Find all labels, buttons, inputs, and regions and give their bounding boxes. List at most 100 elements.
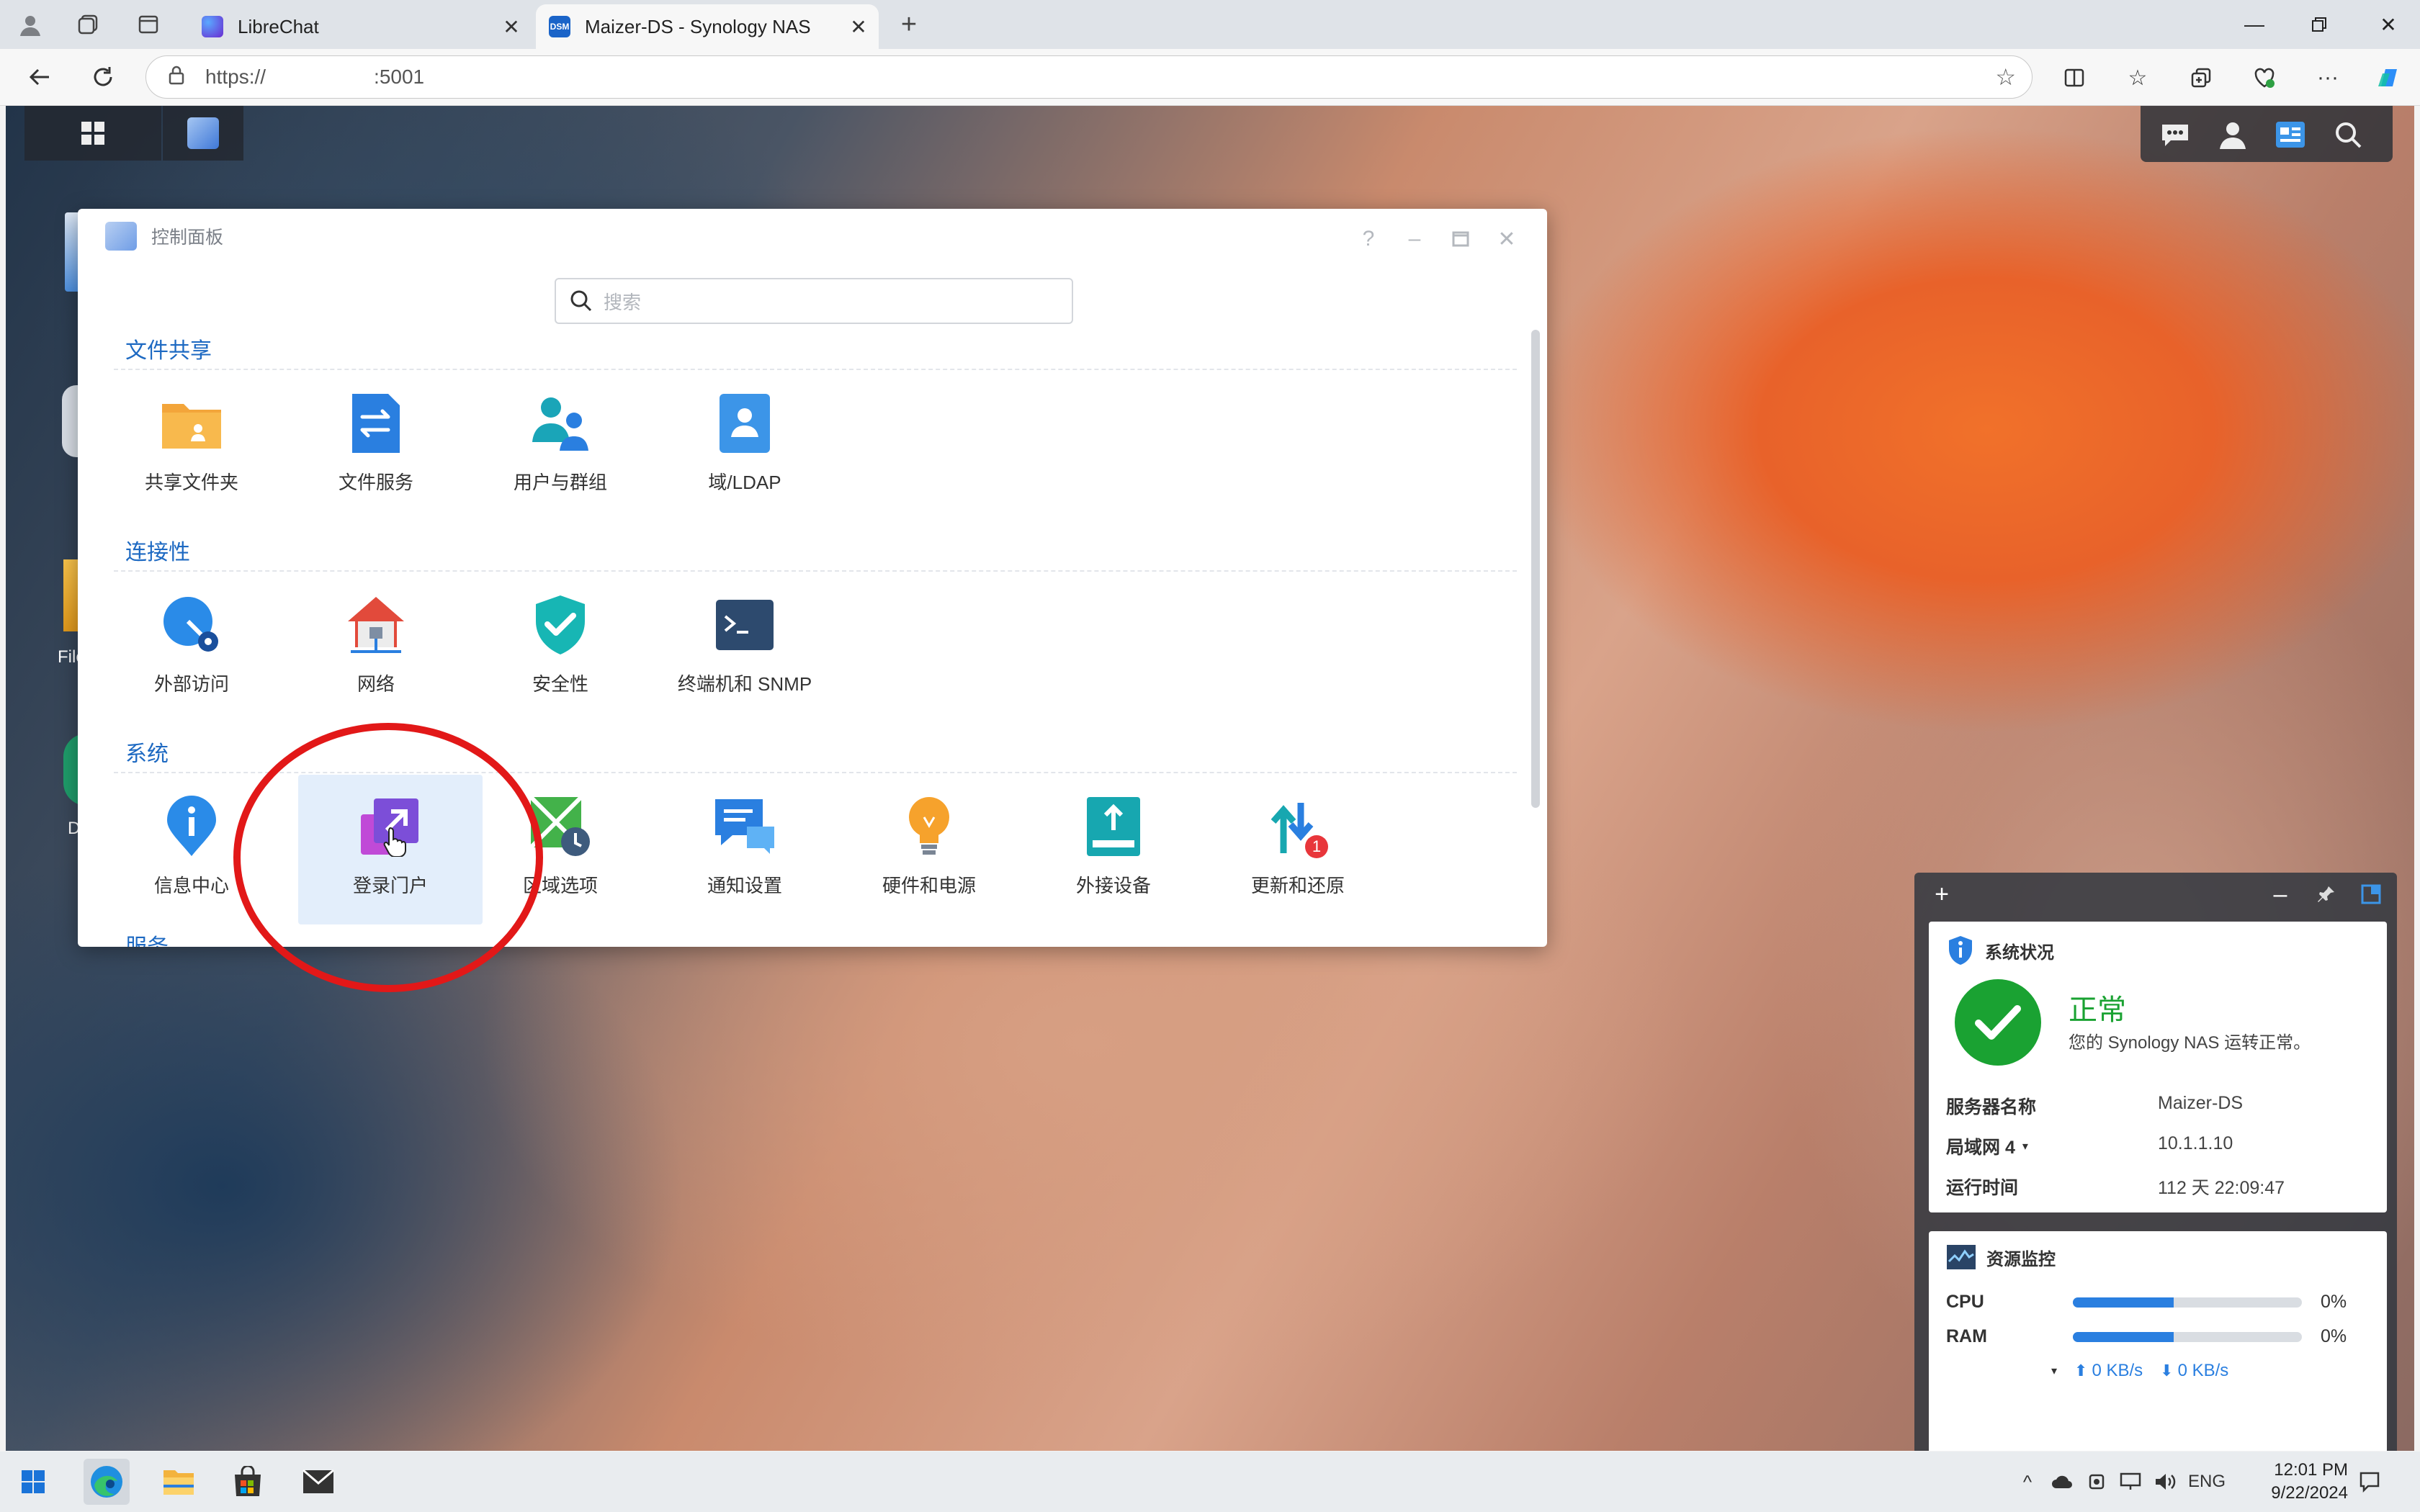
item-file-services[interactable]: 文件服务 bbox=[284, 372, 468, 521]
item-label: 硬件和电源 bbox=[882, 875, 976, 896]
item-label: 更新和还原 bbox=[1250, 875, 1345, 896]
windows-taskbar: ^ ENG 12:01 PM 9/22/2024 bbox=[0, 1452, 2420, 1512]
section-title-system: 系统 bbox=[125, 742, 169, 766]
notification-chat-icon[interactable] bbox=[2156, 116, 2194, 153]
window-title-bar: 控制面板 bbox=[105, 222, 223, 251]
search-icon[interactable] bbox=[2329, 116, 2367, 153]
item-users-groups[interactable]: 用户与群组 bbox=[468, 372, 653, 521]
upload-arrow-icon: ⬆ bbox=[2074, 1362, 2088, 1380]
more-menu-icon[interactable]: ··· bbox=[2311, 60, 2345, 95]
cpu-bar bbox=[2073, 1297, 2302, 1308]
close-icon[interactable]: ✕ bbox=[1492, 225, 1521, 253]
close-tab-icon[interactable]: ✕ bbox=[498, 15, 524, 39]
windows-start-icon[interactable] bbox=[10, 1459, 56, 1505]
card-title: 系统状况 bbox=[1985, 942, 2054, 963]
tab-librechat[interactable]: LibreChat ✕ bbox=[189, 4, 532, 49]
maximize-icon[interactable] bbox=[1446, 225, 1475, 253]
dsm-main-menu-button[interactable] bbox=[24, 106, 161, 161]
lock-icon[interactable] bbox=[168, 65, 189, 90]
uptime-label: 运行时间 bbox=[1946, 1178, 2019, 1198]
volume-icon[interactable] bbox=[2152, 1466, 2178, 1498]
file-explorer-icon[interactable] bbox=[156, 1459, 202, 1505]
restore-window-icon[interactable] bbox=[2298, 7, 2341, 42]
item-network[interactable]: 网络 bbox=[284, 573, 468, 723]
pin-icon[interactable] bbox=[2311, 878, 2342, 910]
item-label: 信息中心 bbox=[153, 875, 229, 896]
mail-icon[interactable] bbox=[295, 1459, 341, 1505]
chevron-down-icon[interactable]: ▾ bbox=[2051, 1364, 2057, 1378]
resource-monitor-card: 资源监控 CPU 0% RAM 0% ▾ ⬆ 0 KB/s ⬇ 0 KB/s bbox=[1929, 1231, 2387, 1451]
onedrive-cloud-icon[interactable] bbox=[2050, 1466, 2074, 1498]
tab-synology[interactable]: DSM Maizer-DS - Synology NAS ✕ bbox=[536, 4, 879, 49]
item-notifications[interactable]: 通知设置 bbox=[653, 775, 837, 924]
users-groups-icon bbox=[527, 390, 593, 456]
item-label: 用户与群组 bbox=[513, 472, 607, 493]
copilot-icon[interactable] bbox=[2371, 60, 2406, 95]
collections-icon[interactable] bbox=[2184, 60, 2218, 95]
close-window-icon[interactable]: ✕ bbox=[2367, 7, 2410, 42]
uptime-value: 112 天 22:09:47 bbox=[2158, 1178, 2285, 1198]
item-label: 通知设置 bbox=[707, 875, 782, 896]
widget-layout-icon[interactable] bbox=[2355, 878, 2387, 910]
item-shared-folder[interactable]: 共享文件夹 bbox=[99, 372, 284, 521]
close-tab-icon[interactable]: ✕ bbox=[846, 15, 871, 39]
external-access-icon bbox=[158, 592, 225, 658]
card-title: 资源监控 bbox=[1986, 1249, 2056, 1269]
librechat-favicon-icon bbox=[202, 16, 223, 37]
edge-taskbar-icon[interactable] bbox=[84, 1459, 130, 1505]
split-screen-icon[interactable] bbox=[2057, 60, 2092, 95]
item-label: 共享文件夹 bbox=[144, 472, 238, 493]
add-widget-icon[interactable]: + bbox=[1926, 878, 1958, 910]
notification-center-icon[interactable] bbox=[2355, 1466, 2384, 1498]
network-house-icon bbox=[343, 592, 409, 658]
highlight-circle bbox=[233, 723, 543, 992]
taskbar-control-panel[interactable] bbox=[163, 106, 243, 161]
clock-time: 12:01 PM bbox=[2274, 1460, 2348, 1480]
tab-title: LibreChat bbox=[238, 15, 319, 37]
chevron-up-icon[interactable]: ^ bbox=[2017, 1466, 2038, 1498]
domain-ldap-icon bbox=[712, 390, 778, 456]
language-indicator[interactable]: ENG bbox=[2185, 1466, 2228, 1498]
system-status-card: 系统状况 正常 您的 Synology NAS 运转正常。 服务器名称 Maiz… bbox=[1929, 922, 2387, 1212]
refresh-icon[interactable] bbox=[85, 59, 121, 95]
scrollbar[interactable] bbox=[1531, 330, 1540, 808]
item-domain-ldap[interactable]: 域/LDAP bbox=[653, 372, 837, 521]
status-ok-icon bbox=[1955, 979, 2041, 1066]
server-name-value: Maizer-DS bbox=[2158, 1093, 2244, 1113]
favorite-star-icon[interactable]: ☆ bbox=[1995, 63, 2016, 91]
item-label: 终端机和 SNMP bbox=[677, 673, 812, 695]
grid-icon bbox=[81, 122, 104, 145]
item-external-devices[interactable]: 外接设备 bbox=[1021, 775, 1206, 924]
tab-actions-icon[interactable] bbox=[133, 9, 164, 40]
item-external-access[interactable]: 外部访问 bbox=[99, 573, 284, 723]
network-throughput: ▾ ⬆ 0 KB/s ⬇ 0 KB/s bbox=[2051, 1361, 2228, 1381]
minimize-widget-icon[interactable]: – bbox=[2264, 878, 2296, 910]
back-icon[interactable] bbox=[22, 59, 58, 95]
widgets-icon[interactable] bbox=[2272, 116, 2309, 153]
item-security[interactable]: 安全性 bbox=[468, 573, 653, 723]
store-icon[interactable] bbox=[225, 1459, 271, 1505]
shared-folder-icon bbox=[158, 390, 225, 456]
favorites-icon[interactable]: ☆ bbox=[2120, 60, 2155, 95]
profile-icon[interactable] bbox=[14, 9, 46, 40]
system-clock[interactable]: 12:01 PM 9/22/2024 bbox=[2271, 1459, 2348, 1505]
new-tab-icon[interactable]: + bbox=[893, 9, 925, 40]
minimize-icon[interactable]: – bbox=[1400, 225, 1429, 253]
minimize-window-icon[interactable]: — bbox=[2233, 7, 2276, 42]
dsm-favicon-icon: DSM bbox=[549, 16, 570, 37]
download-speed: 0 KB/s bbox=[2177, 1361, 2229, 1380]
lan-select[interactable]: 局域网 4 ▾ bbox=[1946, 1133, 2028, 1159]
meet-icon[interactable] bbox=[2086, 1466, 2107, 1498]
chevron-down-icon: ▾ bbox=[2022, 1140, 2028, 1153]
browser-essentials-icon[interactable] bbox=[2247, 60, 2282, 95]
workspaces-icon[interactable] bbox=[72, 9, 104, 40]
url-field[interactable]: https:// :5001 ☆ bbox=[145, 55, 2033, 99]
section-title-connectivity: 连接性 bbox=[125, 541, 190, 564]
search-input[interactable]: 搜索 bbox=[555, 278, 1073, 324]
help-icon[interactable]: ? bbox=[1354, 225, 1383, 253]
item-update-restore[interactable]: 1 更新和还原 bbox=[1206, 775, 1390, 924]
user-icon[interactable] bbox=[2214, 116, 2251, 153]
item-terminal-snmp[interactable]: 终端机和 SNMP bbox=[653, 573, 837, 723]
item-hardware-power[interactable]: 硬件和电源 bbox=[837, 775, 1021, 924]
network-icon[interactable] bbox=[2118, 1466, 2143, 1498]
